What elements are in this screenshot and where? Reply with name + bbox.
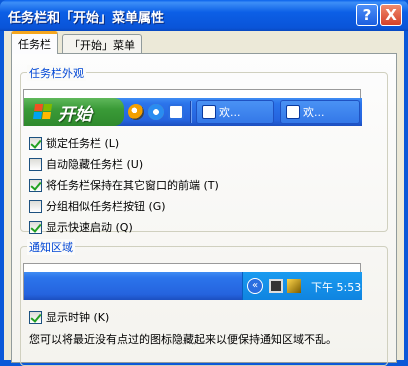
help-button[interactable]: ?: [356, 4, 378, 26]
checkbox[interactable]: [29, 310, 42, 324]
task-button: 欢...: [196, 100, 274, 124]
window-body: 任务栏 「开始」菜单 任务栏外观 开始 欢... 欢... 锁定任务栏 (L) …: [4, 31, 404, 366]
clock: 下午 5:53: [311, 281, 362, 294]
task-label: 欢...: [303, 106, 325, 119]
start-button: 开始: [24, 98, 124, 126]
checkbox[interactable]: [29, 199, 42, 213]
taskbar-preview: 开始 欢... 欢...: [23, 89, 362, 126]
tab-start-menu[interactable]: 「开始」菜单: [62, 34, 142, 54]
window-title: 任务栏和「开始」菜单属性: [8, 11, 165, 26]
tab-label: 「开始」菜单: [69, 38, 135, 52]
group-title: 任务栏外观: [27, 65, 86, 81]
keep-on-top-option[interactable]: 将任务栏保持在其它窗口的前端 (T): [29, 177, 219, 193]
notification-preview: « 下午 5:53: [23, 263, 362, 300]
checkbox[interactable]: [29, 178, 42, 192]
taskbar-strip: 开始 欢... 欢...: [24, 98, 362, 126]
internet-explorer-icon: [148, 104, 164, 120]
title-bar: 任务栏和「开始」菜单属性 ? X: [0, 0, 408, 31]
option-label: 自动隐藏任务栏 (U): [46, 158, 144, 171]
taskbar-appearance-group: 任务栏外观 开始 欢... 欢... 锁定任务栏 (L) 自动隐藏任务栏 (U)…: [20, 65, 388, 235]
show-hidden-icons-chevron: «: [247, 278, 263, 294]
task-button: 欢...: [280, 100, 360, 124]
notification-description: 您可以将最近没有点过的图标隐藏起来以便保持通知区域不乱。: [29, 333, 337, 346]
media-player-icon: [128, 104, 144, 120]
window-icon: [202, 105, 216, 119]
option-label: 分组相似任务栏按钮 (G): [46, 200, 166, 213]
notification-area-group: 通知区域 « 下午 5:53 显示时钟 (K) 您可以将最近没有点过的图标隐藏起…: [20, 239, 388, 366]
option-label: 锁定任务栏 (L): [46, 137, 120, 150]
window-icon: [286, 105, 300, 119]
tab-taskbar[interactable]: 任务栏: [11, 31, 58, 54]
task-label: 欢...: [219, 106, 241, 119]
group-buttons-option[interactable]: 分组相似任务栏按钮 (G): [29, 198, 166, 214]
separator: [190, 101, 192, 123]
option-label: 显示时钟 (K): [46, 311, 110, 324]
system-tray: « 下午 5:53: [242, 272, 362, 300]
tab-label: 任务栏: [18, 38, 51, 51]
checkbox[interactable]: [29, 220, 42, 234]
auto-hide-option[interactable]: 自动隐藏任务栏 (U): [29, 156, 143, 172]
lock-taskbar-option[interactable]: 锁定任务栏 (L): [29, 135, 119, 151]
close-button[interactable]: X: [380, 4, 402, 26]
checkbox[interactable]: [29, 136, 42, 150]
taskbar-strip: « 下午 5:53: [24, 272, 362, 300]
option-label: 将任务栏保持在其它窗口的前端 (T): [46, 179, 219, 192]
windows-logo-icon: [33, 104, 53, 120]
tab-panel: 任务栏外观 开始 欢... 欢... 锁定任务栏 (L) 自动隐藏任务栏 (U)…: [11, 53, 397, 366]
group-title: 通知区域: [27, 239, 75, 255]
volume-icon: [287, 279, 301, 293]
checkbox[interactable]: [29, 157, 42, 171]
start-label: 开始: [58, 104, 92, 125]
option-label: 显示快速启动 (Q): [46, 221, 133, 234]
quick-launch-option[interactable]: 显示快速启动 (Q): [29, 219, 133, 235]
desktop-icon: [168, 104, 184, 120]
show-clock-option[interactable]: 显示时钟 (K): [29, 309, 109, 325]
network-icon: [269, 279, 283, 293]
